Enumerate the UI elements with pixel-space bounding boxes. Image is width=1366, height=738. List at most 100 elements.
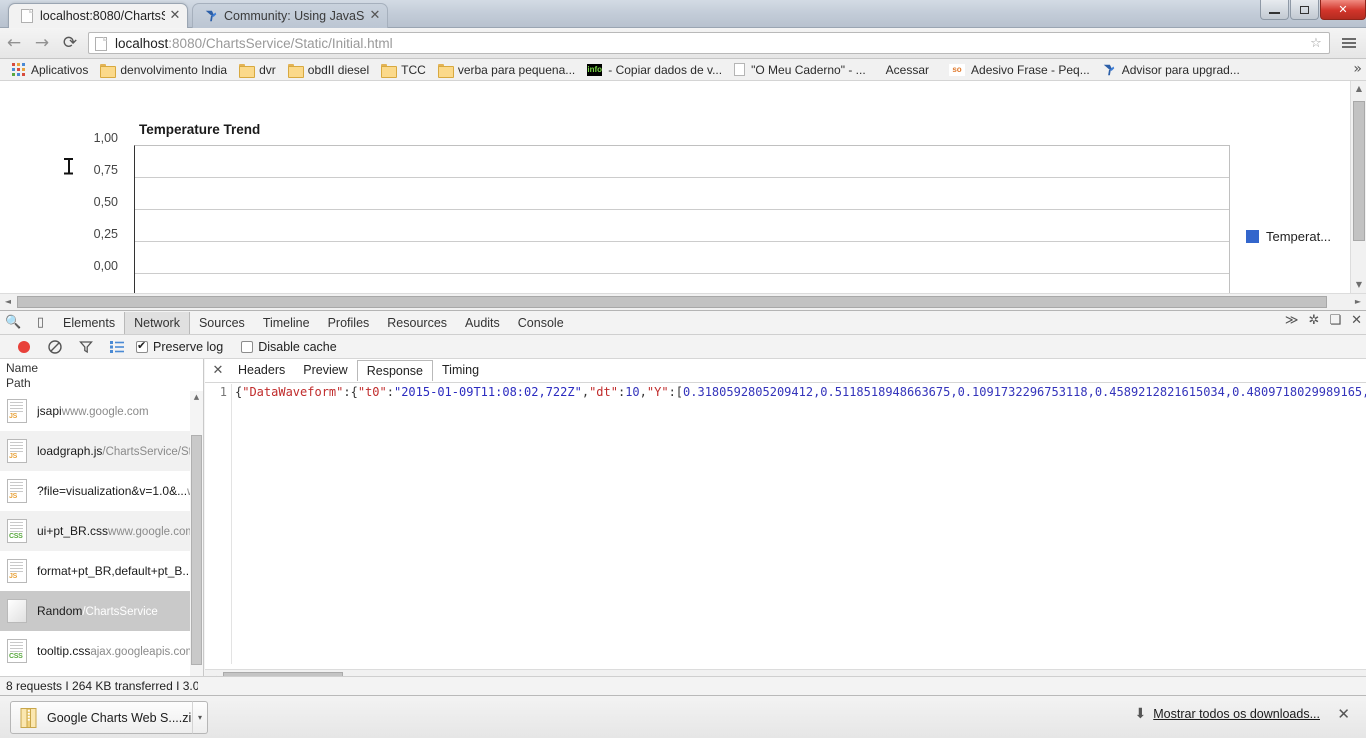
apps-grid-icon — [12, 63, 25, 76]
folder-icon — [100, 63, 117, 78]
json-token: , — [581, 385, 590, 399]
tab-resources[interactable]: Resources — [378, 312, 456, 334]
detail-tab-bar: ✕ Headers Preview Response Timing — [205, 359, 1366, 383]
chart-plot-area — [134, 145, 1230, 310]
table-row[interactable]: JS jsapiwww.google.com — [0, 391, 203, 431]
close-detail-icon[interactable]: ✕ — [207, 363, 229, 378]
request-path: www.google.com — [61, 406, 149, 418]
bookmark-item-verba[interactable]: verba para pequena... — [432, 60, 581, 80]
network-summary: 8 requests I 264 KB transferred I 3.0... — [6, 679, 198, 693]
tab-response[interactable]: Response — [356, 360, 434, 381]
minimize-button[interactable] — [1260, 0, 1289, 20]
scroll-right-icon[interactable]: ► — [1350, 294, 1366, 310]
page-vertical-scrollbar[interactable]: ▲ ▼ — [1350, 81, 1366, 293]
tab-close-button[interactable]: ✕ — [167, 8, 183, 24]
table-row[interactable]: CSS tooltip.cssajax.googleapis.com/ajax/… — [0, 631, 203, 671]
back-icon[interactable]: ← — [0, 29, 28, 57]
request-name: loadgraph.js — [37, 444, 103, 458]
table-row-selected[interactable]: Random/ChartsService — [0, 591, 203, 631]
response-body-viewer[interactable]: 1 {"DataWaveform":{"t0":"2015-01-09T11:0… — [205, 384, 1366, 664]
device-icon[interactable]: ▯ — [27, 311, 54, 334]
forward-icon[interactable]: → — [28, 29, 56, 57]
tab-headers[interactable]: Headers — [229, 360, 294, 381]
close-download-shelf-icon[interactable]: ✕ — [1337, 705, 1350, 723]
bookmark-item-acessar[interactable]: Acessar — [872, 60, 943, 80]
page-horizontal-scrollbar[interactable]: ◄ ► — [0, 293, 1366, 310]
json-token: "DataWaveform" — [242, 385, 344, 399]
bookmark-item-obdii-diesel[interactable]: obdII diesel — [282, 60, 375, 80]
folder-icon — [437, 63, 454, 78]
browser-tab-1[interactable]: Community: Using JavaSc ✕ — [192, 3, 388, 28]
checkbox-box — [241, 340, 254, 353]
line-number-gutter: 1 — [205, 384, 232, 664]
json-token: , — [639, 385, 647, 399]
download-menu-icon[interactable]: ▾ — [192, 701, 208, 734]
network-list-scrollbar[interactable]: ▲ ▼ — [190, 391, 203, 686]
bookmark-label: dvr — [259, 62, 276, 77]
tab-preview[interactable]: Preview — [294, 360, 356, 381]
scrollbar-thumb[interactable] — [191, 435, 202, 665]
bookmark-item-meu-caderno[interactable]: "O Meu Caderno" - ... — [728, 60, 872, 80]
scrollbar-thumb[interactable] — [1353, 101, 1365, 241]
bookmark-item-tcc[interactable]: TCC — [375, 60, 432, 80]
download-item[interactable]: Google Charts Web S....zip — [10, 701, 200, 734]
show-all-downloads-link[interactable]: ⬇ Mostrar todos os downloads... — [1135, 706, 1320, 722]
filter-icon[interactable] — [70, 336, 101, 358]
close-window-button[interactable]: ✕ — [1320, 0, 1366, 20]
address-bar[interactable]: localhost:8080/ChartsService/Static/Init… — [88, 32, 1330, 54]
preserve-log-checkbox[interactable]: Preserve log — [136, 339, 237, 354]
request-path: ajax.googleapis.com/ajax/st... — [90, 646, 203, 658]
bookmark-item-aplicativos[interactable]: Aplicativos — [6, 60, 94, 80]
scrollbar-thumb[interactable] — [17, 296, 1327, 308]
tab-audits[interactable]: Audits — [456, 312, 509, 334]
table-row[interactable]: JS loadgraph.js/ChartsService/Static — [0, 431, 203, 471]
table-row[interactable]: CSS ui+pt_BR.csswww.google.com/uds/api/v… — [0, 511, 203, 551]
record-icon[interactable] — [8, 336, 39, 358]
browser-tab-0[interactable]: localhost:8080/ChartsServ ✕ — [8, 3, 188, 28]
chrome-menu-icon[interactable] — [1336, 30, 1362, 56]
tab-profiles[interactable]: Profiles — [319, 312, 379, 334]
tab-timing[interactable]: Timing — [433, 360, 488, 381]
tab-console[interactable]: Console — [509, 312, 573, 334]
tab-elements[interactable]: Elements — [54, 312, 124, 334]
view-list-icon[interactable] — [101, 336, 132, 358]
close-devtools-icon[interactable]: ✕ — [1351, 313, 1362, 328]
disable-cache-checkbox[interactable]: Disable cache — [241, 340, 351, 354]
tab-title: localhost:8080/ChartsServ — [40, 9, 165, 23]
bookmarks-overflow-icon[interactable]: » — [1353, 61, 1362, 77]
chart-gridline — [135, 273, 1229, 274]
bookmark-item-denvolvimento-india[interactable]: denvolvimento India — [94, 60, 233, 80]
scroll-down-icon[interactable]: ▼ — [1351, 277, 1366, 293]
yammer-icon — [203, 8, 219, 24]
clear-icon[interactable] — [39, 336, 70, 358]
tab-close-button[interactable]: ✕ — [367, 8, 383, 24]
text-cursor — [64, 158, 73, 174]
scroll-left-icon[interactable]: ◄ — [0, 294, 16, 310]
json-token: :[ — [668, 385, 684, 399]
table-row[interactable]: JS ?file=visualization&v=1.0&...www.goog… — [0, 471, 203, 511]
reload-icon[interactable]: ⟳ — [56, 29, 84, 57]
folder-icon — [287, 63, 304, 78]
bookmark-star-icon[interactable]: ☆ — [1307, 36, 1325, 51]
tab-sources[interactable]: Sources — [190, 312, 254, 334]
dock-panel-icon[interactable]: ❏ — [1329, 313, 1341, 328]
column-header-name: Name — [6, 361, 39, 375]
tab-timeline[interactable]: Timeline — [254, 312, 319, 334]
bookmark-item-advisor[interactable]: Advisor para upgrad... — [1096, 60, 1246, 80]
tab-network[interactable]: Network — [124, 311, 190, 334]
bookmark-label: - Copiar dados de v... — [608, 62, 723, 77]
bookmark-item-adesivo-frase[interactable]: so Adesivo Frase - Peq... — [943, 60, 1096, 80]
request-name: Random — [37, 604, 83, 618]
bookmark-item-dvr[interactable]: dvr — [233, 60, 282, 80]
bookmark-item-copiar-dados[interactable]: info - Copiar dados de v... — [581, 60, 728, 80]
console-drawer-icon[interactable]: ≫ — [1285, 313, 1299, 328]
browser-window: localhost:8080/ChartsServ ✕ Community: U… — [0, 0, 1366, 738]
table-row[interactable]: JS format+pt_BR,default+pt_B...www.googl… — [0, 551, 203, 591]
gear-icon[interactable]: ✲ — [1309, 313, 1320, 328]
restore-button[interactable] — [1290, 0, 1319, 20]
search-icon[interactable]: 🔍 — [0, 311, 27, 334]
scroll-up-icon[interactable]: ▲ — [1351, 81, 1366, 97]
json-token: :{ — [343, 385, 358, 399]
y-tick-label: 0,75 — [93, 163, 118, 177]
scroll-up-icon[interactable]: ▲ — [190, 391, 203, 404]
